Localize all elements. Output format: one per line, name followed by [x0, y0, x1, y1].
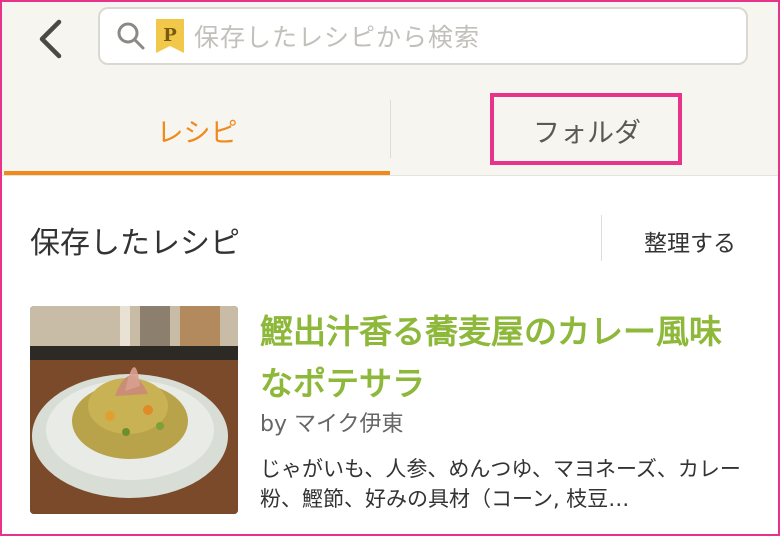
recipe-thumbnail[interactable]: [30, 306, 238, 514]
section-divider: [601, 215, 602, 261]
search-field[interactable]: P 保存したレシピから検索: [98, 7, 748, 65]
header-divider: [2, 175, 778, 176]
folder-tab-highlight-box: [490, 93, 682, 165]
tab-divider: [390, 100, 391, 158]
recipe-ingredients: じゃがいも、人参、めんつゆ、マヨネーズ、カレー粉、鰹節、好みの具材（コーン, 枝…: [260, 457, 741, 511]
tab-recipe[interactable]: レシピ: [4, 98, 390, 177]
back-chevron-icon: [39, 19, 62, 59]
search-icon: [116, 21, 146, 51]
search-placeholder: 保存したレシピから検索: [194, 23, 481, 52]
recipe-author[interactable]: by マイク伊東: [260, 406, 404, 438]
premium-p-badge-icon: P: [156, 19, 184, 53]
svg-text:P: P: [163, 25, 177, 46]
recipe-title[interactable]: 鰹出汁香る蕎麦屋のカレー風味なポテサラ: [260, 306, 740, 410]
section-title: 保存したレシピ: [30, 226, 240, 261]
back-button[interactable]: [30, 16, 70, 62]
organize-button[interactable]: 整理する: [644, 224, 736, 258]
